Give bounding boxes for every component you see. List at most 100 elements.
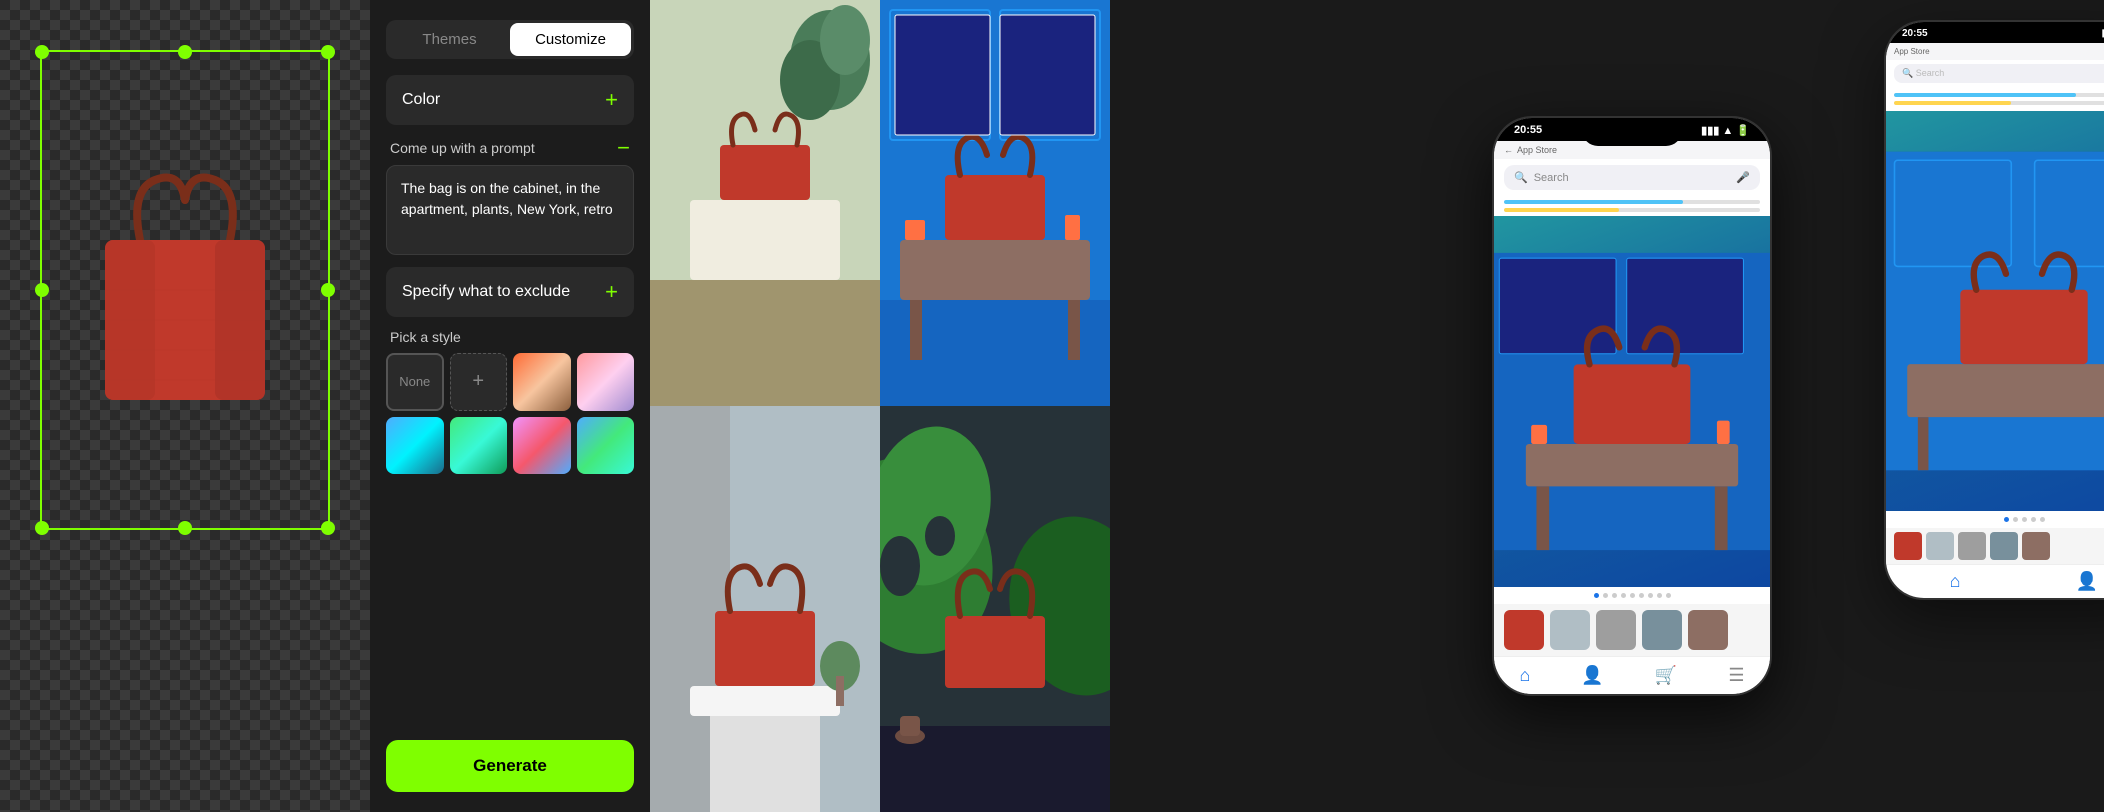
front-appstore-label: App Store xyxy=(1517,145,1557,155)
front-dot-1 xyxy=(1594,593,1599,598)
back-thumb-5[interactable] xyxy=(2022,532,2050,560)
color-expand-button[interactable]: + xyxy=(605,89,618,111)
phone-back: 20:55 ▮▮▮ ▲ 🔋 App Store 🔍 Search xyxy=(1884,20,2104,600)
back-progress-fill-2 xyxy=(1894,101,2011,105)
front-status-icons: ▮▮▮ ▲ 🔋 xyxy=(1701,124,1750,137)
front-product-image xyxy=(1494,216,1770,587)
tabs-container: Themes Customize xyxy=(386,20,634,59)
dot-3 xyxy=(2022,517,2027,522)
phone-back-screen: 20:55 ▮▮▮ ▲ 🔋 App Store 🔍 Search xyxy=(1886,22,2104,598)
front-thumbnails xyxy=(1494,604,1770,656)
handle-br[interactable] xyxy=(321,521,335,535)
back-thumb-4[interactable] xyxy=(1990,532,2018,560)
front-dots-row xyxy=(1494,587,1770,604)
front-progress-fill-2 xyxy=(1504,208,1619,212)
back-dots xyxy=(1886,511,2104,528)
front-progress-bar-2 xyxy=(1504,208,1760,212)
front-progress-section xyxy=(1494,196,1770,216)
back-nav: ⌂ 👤 xyxy=(1886,564,2104,598)
generated-image-1[interactable] xyxy=(650,0,880,406)
back-progress xyxy=(1886,87,2104,111)
front-dot-5 xyxy=(1630,593,1635,598)
handle-ml[interactable] xyxy=(35,283,49,297)
back-time: 20:55 xyxy=(1902,28,1928,39)
dot-4 xyxy=(2031,517,2036,522)
back-thumb-3[interactable] xyxy=(1958,532,1986,560)
controls-panel: Themes Customize Color + Come up with a … xyxy=(370,0,650,812)
front-nav-profile[interactable]: 👤 xyxy=(1581,665,1603,686)
generated-image-4[interactable] xyxy=(880,406,1110,812)
front-progress-fill-1 xyxy=(1504,200,1683,204)
generated-image-3[interactable] xyxy=(650,406,880,812)
front-search-text: Search xyxy=(1534,172,1569,184)
front-thumb-4[interactable] xyxy=(1642,610,1682,650)
back-appbar: App Store xyxy=(1886,43,2104,60)
style-swatch-3[interactable] xyxy=(386,417,444,475)
back-thumbnails xyxy=(1886,528,2104,564)
generate-button[interactable]: Generate xyxy=(386,740,634,792)
front-thumb-1[interactable] xyxy=(1504,610,1544,650)
back-search[interactable]: 🔍 Search xyxy=(1894,64,2104,83)
front-thumb-2[interactable] xyxy=(1550,610,1590,650)
handle-bl[interactable] xyxy=(35,521,49,535)
back-search-text: Search xyxy=(1916,68,1945,78)
front-search-icon: 🔍 xyxy=(1514,171,1528,184)
front-search-bar[interactable]: 🔍 Search 🎤 xyxy=(1504,165,1760,190)
prompt-input[interactable]: The bag is on the cabinet, in the apartm… xyxy=(386,165,634,255)
style-swatch-6[interactable] xyxy=(577,417,635,475)
dot-5 xyxy=(2040,517,2045,522)
front-back-arrow[interactable]: ← xyxy=(1504,145,1513,155)
front-nav-bar: ⌂ 👤 🛒 ☰ xyxy=(1494,656,1770,694)
front-time: 20:55 xyxy=(1514,124,1542,137)
front-dot-7 xyxy=(1648,593,1653,598)
exclude-expand-button[interactable]: + xyxy=(605,281,618,303)
front-dot-9 xyxy=(1666,593,1671,598)
front-thumb-3[interactable] xyxy=(1596,610,1636,650)
back-nav-profile[interactable]: 👤 xyxy=(2076,571,2098,592)
phone-front: 20:55 ▮▮▮ ▲ 🔋 ← App Store 🔍 Search 🎤 xyxy=(1492,116,1772,696)
phones-panel: 20:55 ▮▮▮ ▲ 🔋 App Store 🔍 Search xyxy=(1110,0,2104,812)
front-dot-4 xyxy=(1621,593,1626,598)
tab-customize[interactable]: Customize xyxy=(510,23,631,56)
handle-tm[interactable] xyxy=(178,45,192,59)
front-mic-icon[interactable]: 🎤 xyxy=(1736,171,1750,184)
product-image xyxy=(60,120,310,460)
back-progress-bar-1 xyxy=(1894,93,2104,97)
style-swatch-4[interactable] xyxy=(450,417,508,475)
back-product-image xyxy=(1886,111,2104,511)
style-swatch-5[interactable] xyxy=(513,417,571,475)
prompt-section: Come up with a prompt − The bag is on th… xyxy=(386,137,634,255)
style-section: Pick a style None + xyxy=(386,329,634,474)
style-add[interactable]: + xyxy=(450,353,508,411)
phone-front-outer: 20:55 ▮▮▮ ▲ 🔋 ← App Store 🔍 Search 🎤 xyxy=(1492,116,1772,696)
style-swatch-1[interactable] xyxy=(513,353,571,411)
style-grid: None + xyxy=(386,353,634,474)
front-dot-6 xyxy=(1639,593,1644,598)
handle-bm[interactable] xyxy=(178,521,192,535)
handle-tr[interactable] xyxy=(321,45,335,59)
back-thumb-2[interactable] xyxy=(1926,532,1954,560)
prompt-collapse-button[interactable]: − xyxy=(617,137,630,159)
color-section: Color + xyxy=(386,75,634,125)
phone-notch xyxy=(1582,118,1682,146)
tab-themes[interactable]: Themes xyxy=(389,23,510,56)
back-search-icon: 🔍 xyxy=(1902,68,1913,78)
back-thumb-1[interactable] xyxy=(1894,532,1922,560)
front-thumb-5[interactable] xyxy=(1688,610,1728,650)
generated-image-2[interactable] xyxy=(880,0,1110,406)
back-progress-bar-2 xyxy=(1894,101,2104,105)
front-nav-home[interactable]: ⌂ xyxy=(1520,665,1531,686)
generated-images-panel xyxy=(650,0,1110,812)
phone-screen: 20:55 ▮▮▮ ▲ 🔋 ← App Store 🔍 Search 🎤 xyxy=(1494,118,1770,694)
handle-tl[interactable] xyxy=(35,45,49,59)
style-none[interactable]: None xyxy=(386,353,444,411)
handle-mr[interactable] xyxy=(321,283,335,297)
style-swatch-2[interactable] xyxy=(577,353,635,411)
back-nav-home[interactable]: ⌂ xyxy=(1950,571,1961,592)
front-nav-menu[interactable]: ☰ xyxy=(1728,665,1744,686)
front-nav-cart[interactable]: 🛒 xyxy=(1655,665,1677,686)
front-dot-8 xyxy=(1657,593,1662,598)
dot-2 xyxy=(2013,517,2018,522)
add-icon: + xyxy=(472,370,484,393)
exclude-section: Specify what to exclude + xyxy=(386,267,634,317)
